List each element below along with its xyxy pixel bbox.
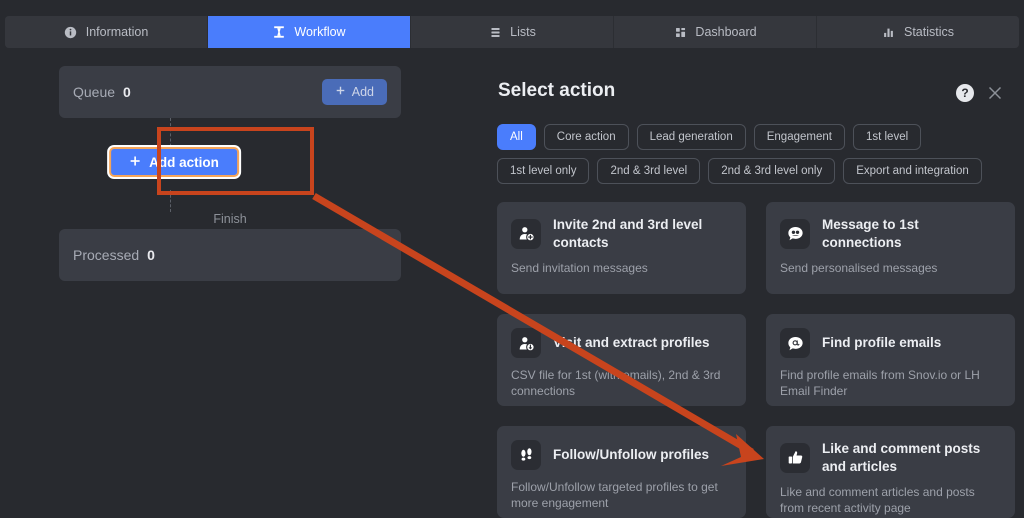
card-header: Like and comment posts and articles [780, 440, 1001, 475]
panel-title: Select action [498, 80, 616, 101]
statistics-icon [882, 25, 896, 39]
workflow-connector-bottom [170, 190, 171, 212]
card-title: Visit and extract profiles [553, 335, 710, 351]
info-icon [64, 25, 78, 39]
message-bubble-icon [780, 218, 810, 249]
plus-icon [335, 85, 346, 99]
queue-box: Queue 0 Add [59, 66, 401, 118]
action-card-follow-unfollow-profiles[interactable]: Follow/Unfollow profiles Follow/Unfollow… [497, 426, 746, 518]
action-card-find-profile-emails[interactable]: Find profile emails Find profile emails … [766, 314, 1015, 406]
filter-chip-core-action[interactable]: Core action [543, 124, 629, 150]
queue-count: 0 [123, 84, 131, 100]
add-action-label: Add action [149, 154, 219, 170]
filter-chip-engagement[interactable]: Engagement [753, 124, 845, 150]
workflow-icon [272, 25, 286, 39]
filter-chip-2nd-3rd-level-only[interactable]: 2nd & 3rd level only [708, 158, 836, 184]
person-download-icon [511, 328, 541, 358]
action-card-like-comment-posts[interactable]: Like and comment posts and articles Like… [766, 426, 1015, 518]
action-card-visit-extract-profiles[interactable]: Visit and extract profiles CSV file for … [497, 314, 746, 406]
card-header: Message to 1st connections [780, 216, 1001, 251]
card-header: Visit and extract profiles [511, 328, 732, 358]
lists-icon [488, 25, 502, 39]
question-mark-icon[interactable]: ? [956, 84, 974, 102]
card-description: CSV file for 1st (with emails), 2nd & 3r… [511, 368, 721, 399]
queue-label: Queue [73, 84, 116, 100]
card-title: Invite 2nd and 3rd level contacts [553, 217, 703, 250]
tab-dashboard[interactable]: Dashboard [614, 16, 817, 48]
action-card-invite-contacts[interactable]: Invite 2nd and 3rd level contacts Send i… [497, 202, 746, 294]
footprints-icon [511, 440, 541, 470]
add-button-label: Add [351, 85, 374, 99]
card-title: Follow/Unfollow profiles [553, 447, 709, 463]
select-action-panel: Select action ? All Core action Lead gen… [470, 62, 1024, 518]
workflow-column: Queue 0 Add [59, 66, 401, 118]
thumbs-up-icon [780, 442, 810, 473]
plus-icon [129, 155, 141, 170]
card-title: Message to 1st connections [822, 217, 919, 250]
filter-chip-1st-level-only[interactable]: 1st level only [497, 158, 590, 184]
tab-workflow-label: Workflow [294, 25, 346, 39]
tab-workflow[interactable]: Workflow [208, 16, 411, 48]
card-description: Send personalised messages [780, 261, 938, 276]
processed-count: 0 [147, 247, 155, 263]
main-tab-bar: Information Workflow Lists Dashboard Sta… [5, 16, 1019, 48]
card-description: Send invitation messages [511, 261, 648, 276]
card-description: Find profile emails from Snov.io or LH E… [780, 368, 980, 399]
action-card-grid: Invite 2nd and 3rd level contacts Send i… [497, 202, 1015, 518]
tab-lists-label: Lists [510, 25, 536, 39]
add-action-container: Add action [109, 147, 239, 177]
tab-statistics-label: Statistics [903, 25, 954, 39]
at-bubble-icon [780, 328, 810, 358]
card-header: Follow/Unfollow profiles [511, 440, 732, 470]
action-card-message-1st-connections[interactable]: Message to 1st connections Send personal… [766, 202, 1015, 294]
add-button[interactable]: Add [321, 79, 387, 105]
tab-statistics[interactable]: Statistics [817, 16, 1019, 48]
tab-information-label: Information [85, 25, 149, 39]
close-icon[interactable] [984, 82, 1006, 104]
filter-chip-1st-level[interactable]: 1st level [852, 124, 922, 150]
dashboard-icon [673, 25, 687, 39]
filter-chip-2nd-3rd-level[interactable]: 2nd & 3rd level [597, 158, 701, 184]
card-header: Find profile emails [780, 328, 1001, 358]
filter-chip-lead-generation[interactable]: Lead generation [636, 124, 746, 150]
add-action-button[interactable]: Add action [109, 147, 239, 177]
card-header: Invite 2nd and 3rd level contacts [511, 216, 732, 251]
tab-dashboard-label: Dashboard [695, 25, 757, 39]
card-title: Like and comment posts and articles [822, 441, 981, 474]
tab-lists[interactable]: Lists [411, 16, 614, 48]
card-title: Find profile emails [822, 335, 942, 351]
filter-chip-export-and-integration[interactable]: Export and integration [843, 158, 982, 184]
processed-label: Processed [73, 247, 140, 263]
person-add-icon [511, 218, 541, 249]
tab-information[interactable]: Information [5, 16, 208, 48]
filter-chip-group: All Core action Lead generation Engageme… [497, 124, 1009, 184]
processed-box: Processed 0 [59, 229, 401, 281]
card-description: Follow/Unfollow targeted profiles to get… [511, 480, 718, 511]
filter-chip-all[interactable]: All [497, 124, 536, 150]
card-description: Like and comment articles and posts from… [780, 485, 975, 516]
finish-label: Finish [213, 212, 247, 226]
processed-container: Processed 0 [59, 229, 401, 281]
